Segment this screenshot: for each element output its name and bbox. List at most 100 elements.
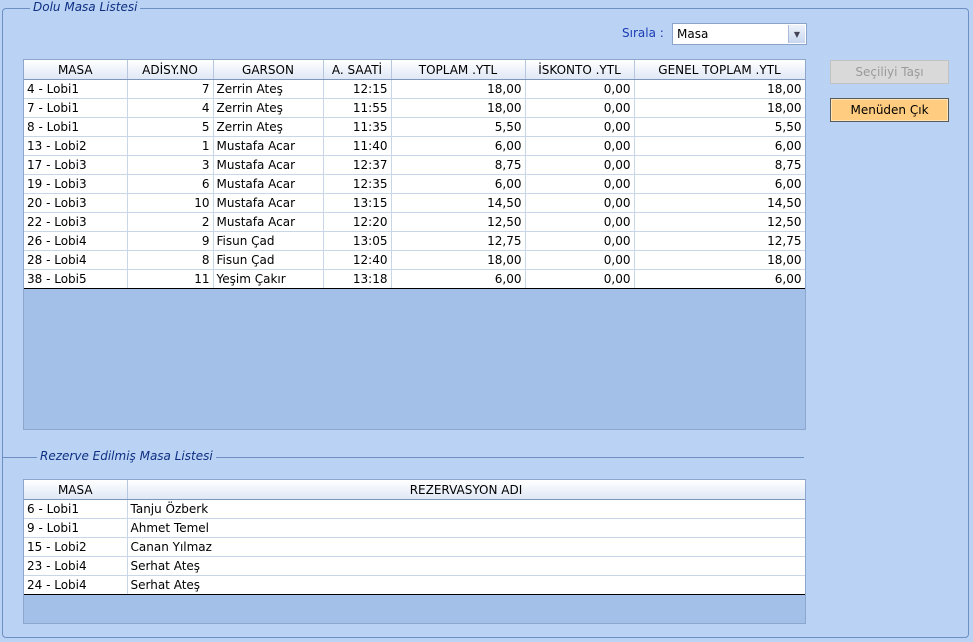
table-cell: 6,00 — [391, 174, 526, 194]
table-row[interactable]: 7 - Lobi1 4 Zerrin Ateş 11:55 18,00 0,00 18,00 — [24, 98, 805, 118]
column-header[interactable]: İSKONTO .YTL — [525, 60, 635, 80]
table-row[interactable]: 15 - Lobi2 Canan Yılmaz — [24, 537, 805, 557]
table-cell: 6,00 — [391, 136, 526, 156]
table-cell: Zerrin Ateş — [213, 117, 324, 137]
table-cell: 0,00 — [525, 193, 635, 213]
table-cell: 18,00 — [634, 98, 805, 118]
table-row[interactable]: 38 - Lobi5 11 Yeşim Çakır 13:18 6,00 0,00 6,00 — [24, 269, 805, 289]
table-cell: 11 — [127, 269, 214, 289]
table-cell: 13:05 — [323, 231, 392, 251]
table-cell: Yeşim Çakır — [213, 269, 324, 289]
table-row[interactable]: 6 - Lobi1 Tanju Özberk — [24, 499, 805, 519]
column-header[interactable]: GARSON — [213, 60, 324, 80]
column-header[interactable]: TOPLAM .YTL — [391, 60, 526, 80]
column-header[interactable]: A. SAATİ — [323, 60, 392, 80]
table-cell: Canan Yılmaz — [127, 537, 805, 557]
table-cell: Fisun Çad — [213, 231, 324, 251]
table-cell: 11:40 — [323, 136, 392, 156]
sort-label: Sırala : — [622, 26, 664, 40]
column-header[interactable]: MASA — [24, 60, 128, 80]
table-row[interactable]: 23 - Lobi4 Serhat Ateş — [24, 556, 805, 576]
column-header[interactable]: GENEL TOPLAM .YTL — [634, 60, 805, 80]
table-cell: 12,50 — [634, 212, 805, 232]
sort-combobox-value: Masa — [677, 27, 709, 41]
table-cell: Mustafa Acar — [213, 193, 324, 213]
table-row[interactable]: 19 - Lobi3 6 Mustafa Acar 12:35 6,00 0,00 6,00 — [24, 174, 805, 194]
table-cell: 12:20 — [323, 212, 392, 232]
table-cell: 12,75 — [634, 231, 805, 251]
table-cell: Mustafa Acar — [213, 155, 324, 175]
table-cell: 8,75 — [391, 155, 526, 175]
table-cell: 19 - Lobi3 — [24, 174, 128, 194]
table-cell: 12:35 — [323, 174, 392, 194]
table-row[interactable]: 28 - Lobi4 8 Fisun Çad 12:40 18,00 0,00 18,00 — [24, 250, 805, 270]
reserved-list-title: Rezerve Edilmiş Masa Listesi — [37, 449, 216, 463]
table-cell: 0,00 — [525, 136, 635, 156]
column-header[interactable]: REZERVASYON ADI — [127, 480, 805, 500]
occupied-list-title: Dolu Masa Listesi — [30, 0, 141, 14]
table-cell: 0,00 — [525, 174, 635, 194]
move-selected-button[interactable]: Seçiliyi Taşı — [830, 60, 949, 84]
table-cell: 18,00 — [391, 79, 526, 99]
table-cell: 22 - Lobi3 — [24, 212, 128, 232]
table-cell: 18,00 — [634, 250, 805, 270]
table-cell: 0,00 — [525, 269, 635, 289]
table-cell: 38 - Lobi5 — [24, 269, 128, 289]
table-row[interactable]: 22 - Lobi3 2 Mustafa Acar 12:20 12,50 0,00 12,… — [24, 212, 805, 232]
table-row[interactable]: 9 - Lobi1 Ahmet Temel — [24, 518, 805, 538]
table-cell: Serhat Ateş — [127, 575, 805, 595]
table-cell: 18,00 — [391, 98, 526, 118]
table-cell: 0,00 — [525, 212, 635, 232]
table-row[interactable]: 4 - Lobi1 7 Zerrin Ateş 12:15 18,00 0,00 18,00 — [24, 79, 805, 99]
table-cell: 8,75 — [634, 155, 805, 175]
table-cell: 26 - Lobi4 — [24, 231, 128, 251]
table-cell: 18,00 — [391, 250, 526, 270]
table-cell: Fisun Çad — [213, 250, 324, 270]
table-cell: 4 — [127, 98, 214, 118]
table-cell: 1 — [127, 136, 214, 156]
table-cell: 0,00 — [525, 98, 635, 118]
table-cell: 15 - Lobi2 — [24, 537, 128, 557]
column-header[interactable]: ADİSY.NO — [127, 60, 214, 80]
table-cell: Mustafa Acar — [213, 212, 324, 232]
table-cell: 0,00 — [525, 155, 635, 175]
table-cell: 7 - Lobi1 — [24, 98, 128, 118]
table-cell: 6,00 — [634, 174, 805, 194]
table-cell: 2 — [127, 212, 214, 232]
table-row[interactable]: 26 - Lobi4 9 Fisun Çad 13:05 12,75 0,00 12,75 — [24, 231, 805, 251]
sort-combobox[interactable]: Masa ▼ — [672, 23, 807, 45]
reserved-tables-grid[interactable]: MASA REZERVASYON ADI 6 - Lobi1 Tanju Özber… — [23, 479, 806, 624]
table-cell: 9 - Lobi1 — [24, 518, 128, 538]
table-cell: Ahmet Temel — [127, 518, 805, 538]
occupied-tables-grid[interactable]: MASA ADİSY.NO GARSON A. SAATİ TOPLAM .YTL İSK… — [23, 59, 806, 430]
table-cell: 17 - Lobi3 — [24, 155, 128, 175]
table-cell: 3 — [127, 155, 214, 175]
table-cell: 6 - Lobi1 — [24, 499, 128, 519]
exit-menu-button[interactable]: Menüden Çık — [830, 98, 949, 122]
table-cell: 14,50 — [391, 193, 526, 213]
table-cell: 8 — [127, 250, 214, 270]
table-cell: 0,00 — [525, 79, 635, 99]
table-row[interactable]: 17 - Lobi3 3 Mustafa Acar 12:37 8,75 0,00 8,75 — [24, 155, 805, 175]
table-cell: Serhat Ateş — [127, 556, 805, 576]
table-cell: 6,00 — [634, 269, 805, 289]
table-row[interactable]: 8 - Lobi1 5 Zerrin Ateş 11:35 5,50 0,00 5,50 — [24, 117, 805, 137]
table-row[interactable]: 20 - Lobi3 10 Mustafa Acar 13:15 14,50 0,00 14… — [24, 193, 805, 213]
column-header[interactable]: MASA — [24, 480, 128, 500]
table-cell: 10 — [127, 193, 214, 213]
table-cell: 0,00 — [525, 231, 635, 251]
table-cell: 28 - Lobi4 — [24, 250, 128, 270]
table-cell: 13 - Lobi2 — [24, 136, 128, 156]
table-cell: 5,50 — [391, 117, 526, 137]
table-cell: 18,00 — [634, 79, 805, 99]
table-cell: Tanju Özberk — [127, 499, 805, 519]
table-row[interactable]: 13 - Lobi2 1 Mustafa Acar 11:40 6,00 0,00 6,00 — [24, 136, 805, 156]
chevron-down-icon[interactable]: ▼ — [788, 25, 805, 43]
table-cell: 11:55 — [323, 98, 392, 118]
table-cell: 0,00 — [525, 117, 635, 137]
table-row[interactable]: 24 - Lobi4 Serhat Ateş — [24, 575, 805, 595]
table-cell: 12:40 — [323, 250, 392, 270]
table-cell: Zerrin Ateş — [213, 79, 324, 99]
table-cell: Mustafa Acar — [213, 174, 324, 194]
table-cell: 12:37 — [323, 155, 392, 175]
